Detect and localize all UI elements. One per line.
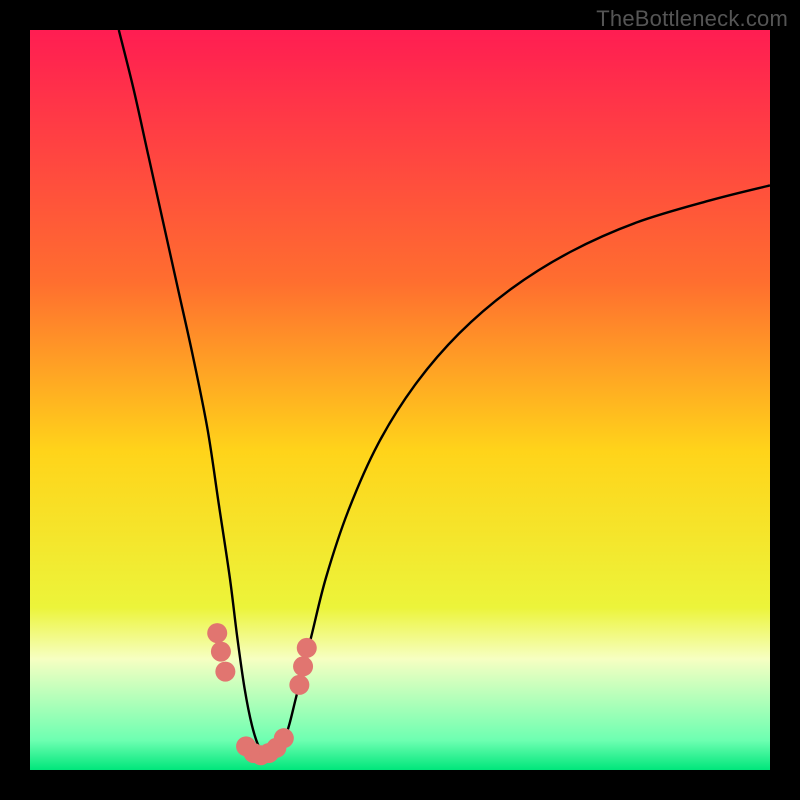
highlight-dot [274, 728, 294, 748]
highlight-dot [293, 656, 313, 676]
highlight-dots-group [207, 623, 317, 765]
highlight-dot [207, 623, 227, 643]
highlight-dot [297, 638, 317, 658]
highlight-dot [289, 675, 309, 695]
plot-area [30, 30, 770, 770]
highlight-dot [211, 642, 231, 662]
watermark-text: TheBottleneck.com [596, 6, 788, 32]
chart-frame [30, 30, 770, 770]
highlight-dot [215, 662, 235, 682]
curve-layer [30, 30, 770, 770]
